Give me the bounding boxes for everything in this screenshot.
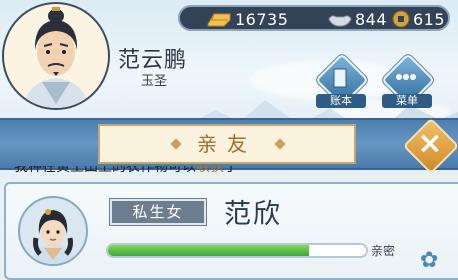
intimacy-bar-fill — [108, 245, 310, 256]
copper-coin-icon — [392, 10, 410, 28]
player-avatar[interactable] — [2, 2, 110, 110]
tab-title-panel: 亲友 — [98, 124, 356, 164]
ellipsis-icon — [396, 74, 416, 80]
ledger-button[interactable]: 账本 — [315, 53, 369, 108]
ornament-dot — [274, 138, 286, 150]
ornament-dot — [170, 138, 182, 150]
copper-value: 615 — [413, 9, 446, 29]
relative-avatar[interactable] — [18, 196, 88, 266]
flower-ornament-icon: ✿ — [420, 248, 439, 273]
currency-bar: 16735 844 615 — [178, 5, 450, 31]
menu-label: 菜单 — [382, 94, 432, 108]
gold-ingot-icon — [207, 13, 231, 27]
close-icon[interactable]: × — [412, 126, 448, 162]
copper-currency: 615 — [392, 9, 445, 29]
notification-suffix: 了 — [224, 166, 238, 175]
player-portrait-icon — [24, 7, 88, 108]
tab-title: 亲友 — [197, 132, 257, 156]
relative-name: 范欣 — [224, 199, 282, 230]
silver-ingot-icon — [328, 15, 352, 27]
silver-currency: 844 — [328, 9, 387, 29]
notification-highlight: 收获 — [196, 166, 224, 175]
notification-prefix: 我种在黄土田上的农作物可以 — [14, 166, 196, 175]
gold-currency: 16735 — [206, 9, 288, 29]
notification-text: 我种在黄土田上的农作物可以收获了 — [14, 166, 238, 176]
gold-value: 16735 — [235, 9, 289, 29]
book-icon — [333, 68, 347, 88]
relation-badge: 私生女 — [109, 198, 207, 226]
player-title: 玉圣 — [141, 74, 168, 89]
menu-button[interactable]: 菜单 — [381, 53, 435, 108]
intimacy-bar — [106, 243, 368, 258]
relative-portrait-icon — [30, 209, 76, 264]
silver-value: 844 — [355, 9, 388, 29]
intimacy-label: 亲密 — [371, 244, 396, 258]
ledger-label: 账本 — [316, 94, 366, 108]
